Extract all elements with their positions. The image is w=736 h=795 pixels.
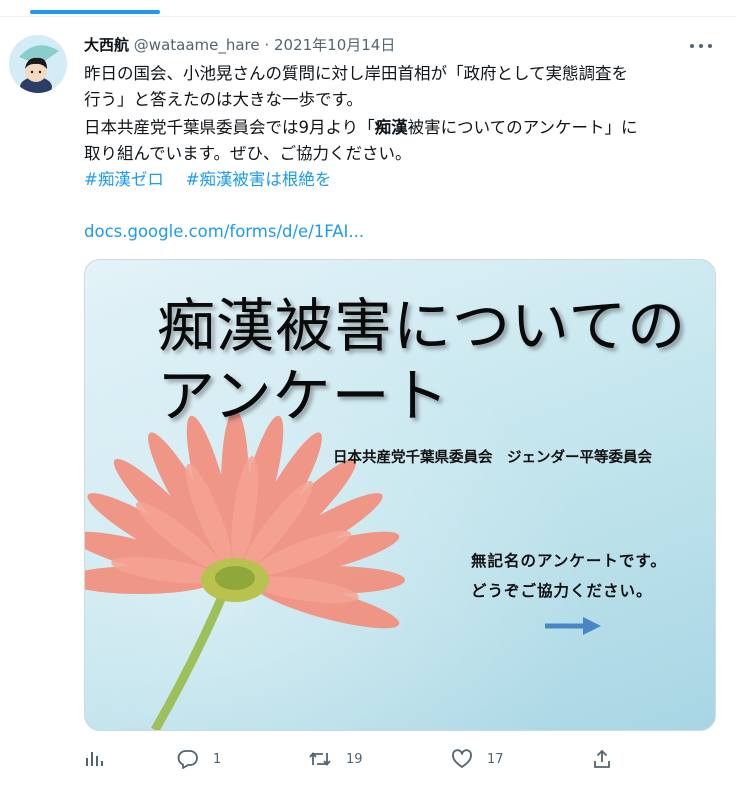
like-button[interactable]: 17 — [451, 742, 504, 776]
retweet-icon — [309, 752, 331, 766]
tweet-text-line: 行う」と答えたのは大きな一歩です。 — [84, 90, 363, 109]
hashtag-line: #痴漢ゼロ #痴漢被害は根絶を — [84, 168, 331, 192]
reply-icon — [177, 750, 198, 769]
tweet-text-segment: 被害についてのアンケート」に — [407, 118, 638, 137]
share-icon — [594, 749, 610, 768]
analytics-icon — [86, 752, 103, 766]
tweet-text-line: 日本共産党千葉県委員会では9月より「痴漢被害についてのアンケート」に — [84, 116, 638, 140]
divider — [0, 16, 736, 17]
highlighted-term: 痴漢 — [374, 118, 408, 137]
analytics-button[interactable] — [84, 742, 104, 776]
tweet-action-bar: 1 19 17 — [0, 742, 736, 776]
more-dot-icon — [699, 44, 703, 48]
attached-image-card[interactable]: 痴漢被害についての アンケート 日本共産党千葉県委員会 ジェンダー平等委員会 無… — [84, 259, 716, 731]
share-button[interactable] — [592, 742, 612, 776]
retweet-button[interactable]: 19 — [308, 742, 363, 776]
author-display-name[interactable]: 大西航 — [84, 36, 129, 54]
tweet-text-line: 取り組んでいます。ぜひ、ご協力ください。 — [84, 144, 412, 163]
retweet-count: 19 — [346, 751, 363, 767]
tweet-url-line: docs.google.com/forms/d/e/1FAI... — [84, 220, 364, 244]
card-note-line: 無記名のアンケートです。 — [471, 552, 667, 570]
more-options-button[interactable] — [690, 36, 714, 56]
like-count: 17 — [487, 751, 504, 767]
top-progress-bar — [30, 10, 160, 14]
more-dot-icon — [708, 44, 712, 48]
external-link[interactable]: docs.google.com/forms/d/e/1FAI... — [84, 222, 364, 241]
tweet-text-line: 昨日の国会、小池晃さんの質問に対し岸田首相が「政府として実態調査を — [84, 64, 629, 83]
card-title-line: 痴漢被害についての — [157, 292, 687, 360]
more-dot-icon — [690, 44, 694, 48]
reply-button[interactable]: 1 — [177, 742, 221, 776]
avatar[interactable] — [9, 35, 67, 93]
avatar-illustration — [9, 35, 67, 93]
tweet-date[interactable]: 2021年10月14日 — [274, 36, 395, 54]
tweet-text-segment: 日本共産党千葉県委員会では9月より「 — [84, 118, 375, 137]
author-handle[interactable]: @wataame_hare — [134, 36, 260, 54]
card-note-line: どうぞご協力ください。 — [471, 582, 653, 600]
card-title-line: アンケート — [157, 362, 450, 430]
reply-count: 1 — [213, 751, 222, 767]
hashtag-link[interactable]: #痴漢被害は根絶を — [186, 170, 332, 189]
header-separator: · — [264, 36, 270, 54]
hashtag-link[interactable]: #痴漢ゼロ — [84, 170, 164, 189]
heart-icon — [452, 749, 472, 768]
tweet-header: 大西航 @wataame_hare · 2021年10月14日 — [84, 34, 676, 60]
card-organization: 日本共産党千葉県委員会 ジェンダー平等委員会 — [333, 450, 652, 466]
